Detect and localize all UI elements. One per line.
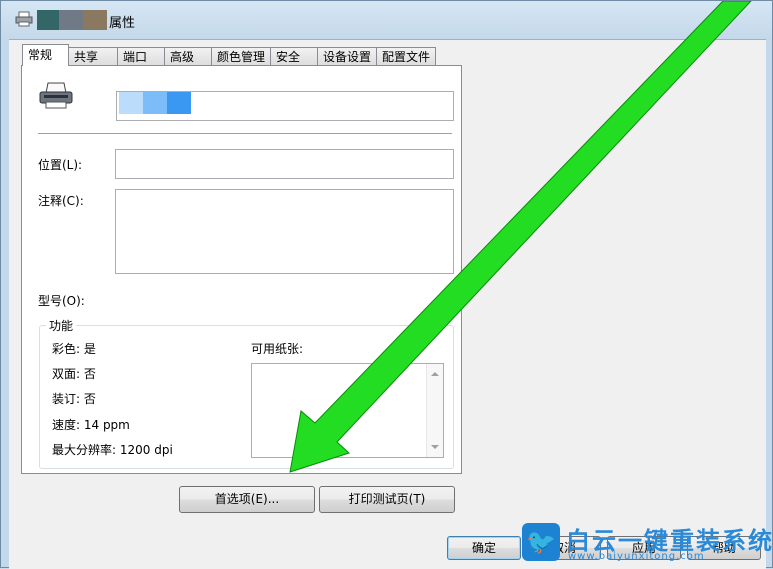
features-group: 功能 彩色: 是 双面: 否 装订: 否 速度: 14 ppm 最大分辨率: 1… (39, 317, 454, 469)
paper-list[interactable] (251, 363, 444, 458)
printer-name-field[interactable] (116, 91, 454, 121)
window-title: 属性 (109, 16, 136, 31)
title-redaction (37, 10, 107, 30)
paper-list-scrollbar[interactable] (426, 364, 443, 457)
bird-logo-icon: 🐦 (522, 523, 560, 561)
tab-1[interactable]: 共享 (68, 47, 118, 66)
paper-label: 可用纸张: (251, 342, 304, 356)
tab-0[interactable]: 常规 (22, 44, 69, 66)
printer-icon (39, 82, 73, 109)
tab-4[interactable]: 颜色管理 (211, 47, 271, 66)
tab-6[interactable]: 设备设置 (317, 47, 377, 66)
printer-properties-window: 属性 常规 共享 端口 高级 颜色管理 安全 设备设置 配置文件 位置(L): 注释(C): (0, 0, 773, 569)
print-test-page-button[interactable]: 打印测试页(T) (319, 486, 455, 513)
tab-3[interactable]: 高级 (164, 47, 212, 66)
tab-2[interactable]: 端口 (117, 47, 165, 66)
location-label: 位置(L): (38, 158, 83, 172)
scroll-up-arrow-icon[interactable] (431, 372, 439, 376)
feature-staple: 装订: 否 (52, 392, 96, 406)
comment-textarea[interactable] (115, 189, 454, 274)
tab-strip: 常规 共享 端口 高级 颜色管理 安全 设备设置 配置文件 (22, 44, 436, 66)
feature-speed: 速度: 14 ppm (52, 418, 130, 432)
tab-7[interactable]: 配置文件 (376, 47, 436, 66)
tab-5[interactable]: 安全 (270, 47, 318, 66)
printer-icon (15, 11, 33, 27)
watermark-url: www.baiyunxitong.com (568, 551, 705, 562)
feature-max-resolution: 最大分辨率: 1200 dpi (52, 443, 173, 457)
general-tab-panel: 位置(L): 注释(C): 型号(O): 功能 彩色: 是 双面: 否 装订: … (21, 65, 462, 513)
dialog-client: 常规 共享 端口 高级 颜色管理 安全 设备设置 配置文件 位置(L): 注释(C): (9, 39, 766, 569)
ok-button[interactable]: 确定 (447, 536, 521, 560)
feature-color: 彩色: 是 (52, 342, 96, 356)
comment-label: 注释(C): (38, 194, 84, 208)
preferences-button[interactable]: 首选项(E)... (179, 486, 315, 513)
features-title: 功能 (46, 317, 77, 334)
model-label: 型号(O): (38, 294, 85, 308)
title-bar: 属性 (1, 1, 772, 39)
feature-duplex: 双面: 否 (52, 367, 96, 381)
location-input[interactable] (115, 149, 454, 179)
watermark: 🐦 白云一键重装系统 www.baiyunxitong.com (522, 521, 773, 569)
separator (38, 133, 452, 134)
scroll-down-arrow-icon[interactable] (431, 445, 439, 449)
